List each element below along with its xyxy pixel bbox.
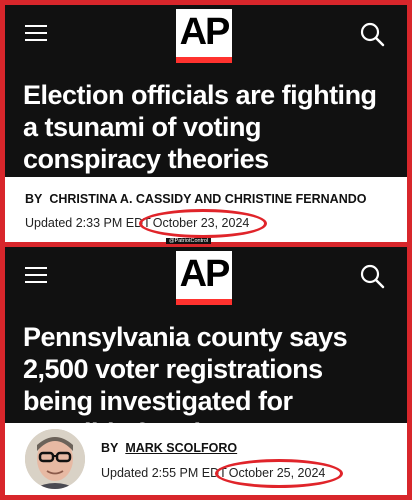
article-card-2: AP Pennsylvania county says 2,500 voter … [5,247,407,495]
ap-logo-bar [176,57,232,63]
author-portrait-icon [25,429,85,489]
byline: BY CHRISTINA A. CASSIDY AND CHRISTINE FE… [25,192,366,206]
ap-header: AP [5,247,407,307]
search-icon[interactable] [359,263,385,289]
menu-icon[interactable] [25,267,47,283]
updated-time: Updated 2:33 PM EDT [25,216,151,230]
byline-section: BY MARK SCOLFORO Updated 2:55 PM EDT Octo… [5,423,407,495]
date-highlight: October 23, 2024 [138,209,267,238]
watermark-handle: @PatriotControl [166,238,212,244]
updated-time: Updated 2:55 PM EDT [101,466,227,480]
publish-date: October 25, 2024 [228,466,326,480]
menu-icon[interactable] [25,25,47,41]
article-card-1: AP Election officials are fighting a tsu… [5,5,407,242]
ap-logo-text: AP [179,11,231,53]
byline-prefix: BY [101,441,119,455]
byline-prefix: BY [25,192,43,206]
ap-logo[interactable]: AP [176,251,232,305]
ap-logo-text: AP [179,253,231,295]
search-icon[interactable] [359,21,385,47]
ap-logo[interactable]: AP [176,9,232,63]
byline-section: BY CHRISTINA A. CASSIDY AND CHRISTINE FE… [5,177,407,242]
byline: BY MARK SCOLFORO [101,441,237,455]
date-highlight: October 25, 2024 [214,459,343,488]
updated-timestamp: Updated 2:33 PM EDT October 23, 2024 [25,209,267,238]
ap-logo-bar [176,299,232,305]
publish-date: October 23, 2024 [152,216,250,230]
article-headline[interactable]: Election officials are fighting a tsunam… [5,65,407,177]
article-headline[interactable]: Pennsylvania county says 2,500 voter reg… [5,307,407,448]
ap-header: AP [5,5,407,65]
updated-timestamp: Updated 2:55 PM EDT October 25, 2024 [101,459,343,488]
author-name-link[interactable]: MARK SCOLFORO [125,441,237,455]
author-names[interactable]: CHRISTINA A. CASSIDY AND CHRISTINE FERNA… [49,192,366,206]
author-avatar[interactable] [25,429,85,489]
